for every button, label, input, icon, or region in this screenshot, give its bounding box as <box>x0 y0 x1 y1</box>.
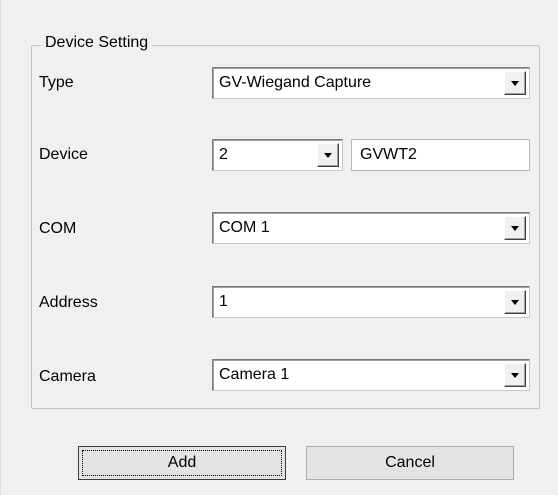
camera-combobox[interactable]: Camera 1 <box>212 359 530 391</box>
device-value: 2 <box>219 146 228 163</box>
com-value: COM 1 <box>219 219 270 236</box>
type-value: GV-Wiegand Capture <box>219 74 372 91</box>
type-label: Type <box>39 74 74 91</box>
chevron-down-icon[interactable] <box>504 290 526 314</box>
address-value: 1 <box>219 293 228 310</box>
chevron-down-icon[interactable] <box>504 363 526 387</box>
chevron-down-icon[interactable] <box>504 71 526 95</box>
cancel-button[interactable]: Cancel <box>306 446 514 480</box>
device-combobox[interactable]: 2 <box>212 139 343 171</box>
camera-label: Camera <box>39 368 96 385</box>
add-button-label: Add <box>167 454 197 471</box>
device-name-input[interactable]: GVWT2 <box>351 139 530 171</box>
cancel-button-label: Cancel <box>385 454 435 471</box>
com-combobox[interactable]: COM 1 <box>212 212 530 244</box>
address-combobox[interactable]: 1 <box>212 286 530 318</box>
add-button[interactable]: Add <box>78 446 286 480</box>
type-combobox[interactable]: GV-Wiegand Capture <box>212 67 530 99</box>
camera-value: Camera 1 <box>219 366 290 383</box>
device-label: Device <box>39 146 88 163</box>
device-name-value: GVWT2 <box>360 146 417 163</box>
device-setting-title: Device Setting <box>41 34 153 52</box>
chevron-down-icon[interactable] <box>317 143 339 167</box>
address-label: Address <box>39 294 98 311</box>
com-label: COM <box>39 220 77 237</box>
chevron-down-icon[interactable] <box>504 216 526 240</box>
device-setting-dialog: Device Setting Type GV-Wiegand Capture D… <box>0 0 558 495</box>
